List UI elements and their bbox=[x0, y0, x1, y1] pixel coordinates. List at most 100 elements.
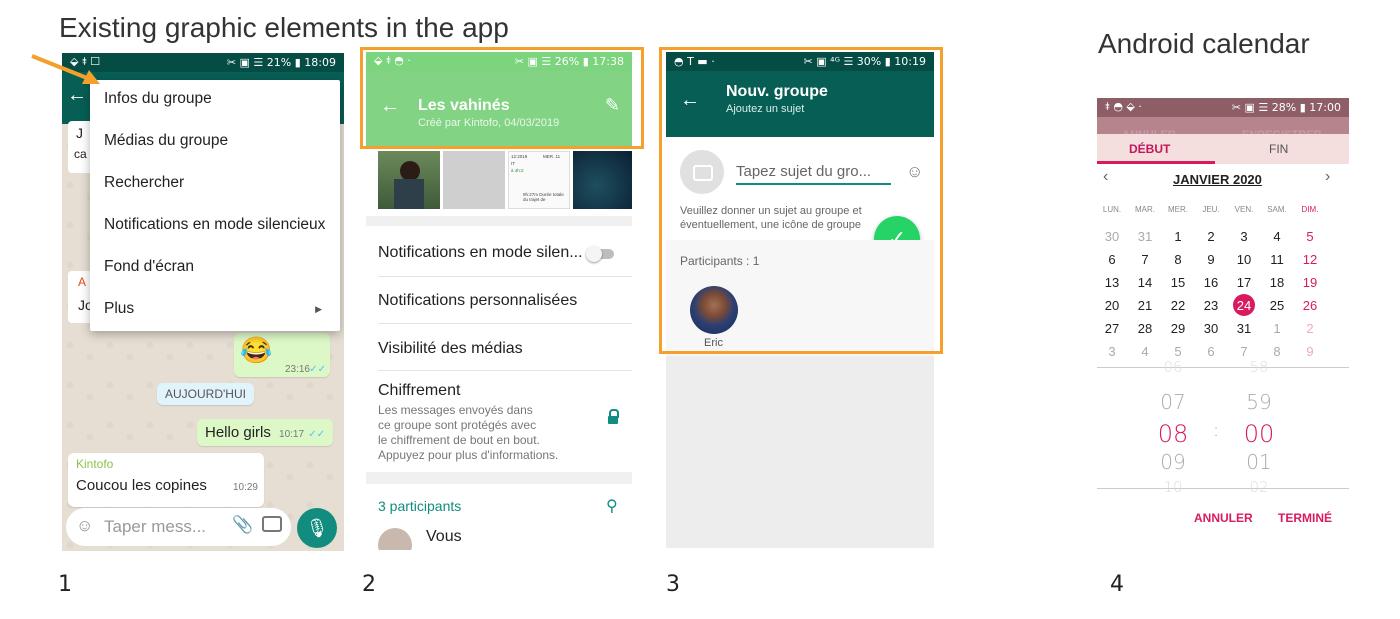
setting-mute-notifications[interactable]: Notifications en mode silen... bbox=[378, 244, 583, 262]
calendar-day[interactable]: 9 bbox=[1293, 344, 1327, 359]
calendar-day[interactable]: 12 bbox=[1293, 252, 1327, 267]
emoji-icon[interactable]: ☺ bbox=[76, 516, 93, 536]
calendar-day[interactable]: 7 bbox=[1227, 344, 1261, 359]
incoming-message[interactable]: Kintofo Coucou les copines 10:29 bbox=[68, 453, 264, 507]
highlight-box bbox=[360, 47, 644, 149]
menu-item-more[interactable]: Plus bbox=[104, 300, 134, 318]
read-receipt-icon: ✓✓ bbox=[308, 429, 325, 440]
media-thumbnail[interactable] bbox=[378, 151, 440, 209]
message-input[interactable]: ☺ Taper mess... 📎 bbox=[66, 508, 291, 546]
calendar-day[interactable]: 27 bbox=[1097, 321, 1129, 336]
day-header: LUN. bbox=[1102, 205, 1122, 214]
calendar-day[interactable]: 20 bbox=[1097, 298, 1129, 313]
calendar-day[interactable]: 25 bbox=[1260, 298, 1294, 313]
microphone-button[interactable]: 🎙 bbox=[297, 508, 337, 548]
calendar-day[interactable]: 29 bbox=[1161, 321, 1195, 336]
calendar-day[interactable]: 30 bbox=[1194, 321, 1228, 336]
media-thumbnail[interactable] bbox=[573, 151, 632, 209]
hour-option[interactable]: 06 bbox=[1148, 358, 1198, 376]
hour-option[interactable]: 09 bbox=[1148, 450, 1198, 474]
prev-month-chevron-icon[interactable]: ‹ bbox=[1103, 168, 1108, 186]
calendar-day[interactable]: 8 bbox=[1161, 252, 1195, 267]
message-time: 23:16 bbox=[284, 364, 310, 375]
menu-item-wallpaper[interactable]: Fond d'écran bbox=[104, 258, 194, 276]
calendar-day[interactable]: 11 bbox=[1260, 252, 1294, 267]
calendar-day[interactable]: 4 bbox=[1128, 344, 1162, 359]
calendar-day[interactable]: 9 bbox=[1194, 252, 1228, 267]
avatar bbox=[378, 528, 412, 550]
time-separator: : bbox=[1212, 420, 1220, 441]
submenu-arrow-icon: ▶ bbox=[315, 304, 322, 314]
calendar-day[interactable]: 5 bbox=[1293, 229, 1327, 244]
camera-icon[interactable] bbox=[262, 516, 282, 532]
message-text: Hello girls bbox=[205, 424, 271, 441]
calendar-day[interactable]: 13 bbox=[1097, 275, 1129, 290]
calendar-day[interactable]: 23 bbox=[1194, 298, 1228, 313]
calendar-day[interactable]: 1 bbox=[1161, 229, 1195, 244]
calendar-day[interactable]: 3 bbox=[1227, 229, 1261, 244]
calendar-day[interactable]: 15 bbox=[1161, 275, 1195, 290]
calendar-day[interactable]: 10 bbox=[1227, 252, 1261, 267]
calendar-day[interactable]: 14 bbox=[1128, 275, 1162, 290]
hour-option[interactable]: 07 bbox=[1148, 390, 1198, 414]
done-button[interactable]: TERMINÉ bbox=[1278, 511, 1332, 525]
calendar-day[interactable]: 7 bbox=[1128, 252, 1162, 267]
tab-start[interactable]: DÉBUT bbox=[1129, 142, 1170, 156]
status-bar: ⯒ ◓ ⬙ · ✂ ▣ ☰ 28% ▮ 17:00 bbox=[1097, 98, 1349, 117]
calendar-day[interactable]: 26 bbox=[1293, 298, 1327, 313]
calendar-day[interactable]: 31 bbox=[1227, 321, 1261, 336]
month-title[interactable]: JANVIER 2020 bbox=[1173, 172, 1262, 187]
menu-item-mute-notifications[interactable]: Notifications en mode silencieux bbox=[104, 216, 325, 234]
setting-media-visibility[interactable]: Visibilité des médias bbox=[378, 340, 523, 358]
minute-option[interactable]: 02 bbox=[1234, 478, 1284, 496]
label-4: 4 bbox=[1110, 572, 1124, 597]
calendar-day[interactable]: 4 bbox=[1260, 229, 1294, 244]
attach-icon[interactable]: 📎 bbox=[232, 515, 253, 535]
calendar-day[interactable]: 3 bbox=[1097, 344, 1129, 359]
minute-option[interactable]: 59 bbox=[1234, 390, 1284, 414]
calendar-day[interactable]: 28 bbox=[1128, 321, 1162, 336]
label-3: 3 bbox=[666, 572, 680, 597]
calendar-day[interactable]: 5 bbox=[1161, 344, 1195, 359]
menu-item-search[interactable]: Rechercher bbox=[104, 174, 184, 192]
calendar-day[interactable]: 2 bbox=[1194, 229, 1228, 244]
calendar-day[interactable]: 8 bbox=[1260, 344, 1294, 359]
calendar-day[interactable]: 21 bbox=[1128, 298, 1162, 313]
message-sender: Kintofo bbox=[76, 457, 114, 471]
search-icon[interactable]: ⚲ bbox=[606, 496, 618, 516]
mute-toggle[interactable] bbox=[586, 246, 614, 262]
calendar-day[interactable]: 19 bbox=[1293, 275, 1327, 290]
tab-end[interactable]: FIN bbox=[1269, 142, 1288, 156]
encryption-title[interactable]: Chiffrement bbox=[378, 382, 460, 400]
calendar-day[interactable]: 30 bbox=[1097, 229, 1129, 244]
calendar-day[interactable]: 2 bbox=[1293, 321, 1327, 336]
screen-group-chat: ⬙ ⯒ ☐ ✂ ▣ ☰ 21% ▮ 18:09 ← J ca A Jo 😂 23… bbox=[62, 53, 344, 551]
calendar-day[interactable]: 16 bbox=[1194, 275, 1228, 290]
message-time: 10:17 bbox=[279, 429, 305, 440]
hour-option[interactable]: 10 bbox=[1148, 478, 1198, 496]
cancel-button[interactable]: ANNULER bbox=[1194, 511, 1253, 525]
calendar-day[interactable]: 1 bbox=[1260, 321, 1294, 336]
calendar-day[interactable]: 24 bbox=[1227, 294, 1261, 316]
media-thumbnail[interactable]: 12:2019 IT à 4h:2 MER. 11 9h:27m Durée t… bbox=[508, 151, 570, 209]
calendar-day[interactable]: 22 bbox=[1161, 298, 1195, 313]
calendar-day[interactable]: 31 bbox=[1128, 229, 1162, 244]
emoji-message[interactable]: 😂 23:16 ✓✓ bbox=[234, 333, 330, 377]
menu-item-group-media[interactable]: Médias du groupe bbox=[104, 132, 228, 150]
calendar-day[interactable]: 17 bbox=[1227, 275, 1261, 290]
heading-calendar: Android calendar bbox=[1098, 28, 1310, 59]
menu-item-group-info[interactable]: Infos du groupe bbox=[104, 90, 212, 108]
minute-option[interactable]: 01 bbox=[1234, 450, 1284, 474]
minute-option[interactable]: 00 bbox=[1234, 420, 1284, 448]
microphone-icon: 🎙 bbox=[305, 518, 329, 538]
next-month-chevron-icon[interactable]: › bbox=[1325, 168, 1330, 186]
calendar-day[interactable]: 6 bbox=[1097, 252, 1129, 267]
outgoing-message[interactable]: Hello girls 10:17 ✓✓ bbox=[197, 419, 333, 446]
participant-name[interactable]: Vous bbox=[426, 528, 462, 546]
media-thumbnail[interactable] bbox=[443, 151, 505, 209]
label-1: 1 bbox=[58, 572, 72, 597]
minute-option[interactable]: 58 bbox=[1234, 358, 1284, 376]
calendar-day[interactable]: 18 bbox=[1260, 275, 1294, 290]
setting-custom-notifications[interactable]: Notifications personnalisées bbox=[378, 292, 577, 310]
calendar-day[interactable]: 6 bbox=[1194, 344, 1228, 359]
